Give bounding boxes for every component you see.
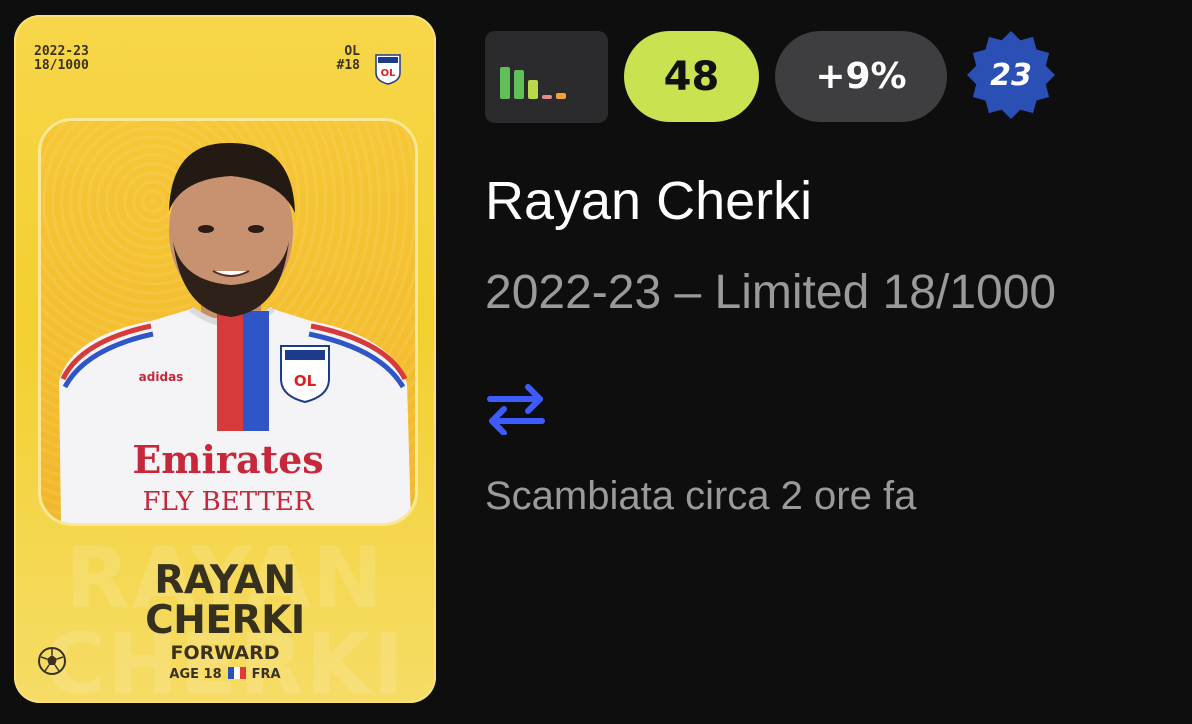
card-club-code: OL bbox=[344, 44, 360, 59]
season-badge-label: 23 bbox=[990, 57, 1032, 93]
france-flag-icon bbox=[227, 667, 246, 679]
form-bar-1 bbox=[500, 67, 510, 99]
average-score-badge[interactable]: 48 bbox=[624, 31, 759, 122]
card-nationality: FRA bbox=[251, 667, 281, 682]
card-season-serial: 2022-23 18/1000 bbox=[34, 45, 89, 73]
card-last-name: CHERKI bbox=[145, 598, 305, 643]
card-shirt-number: #18 bbox=[336, 58, 360, 73]
form-bar-4 bbox=[542, 95, 552, 99]
card-first-name: RAYAN bbox=[154, 558, 296, 603]
player-name: Rayan Cherki bbox=[485, 171, 813, 231]
season-badge[interactable]: 23 bbox=[966, 28, 1056, 122]
score-change-badge[interactable]: +9% bbox=[775, 31, 947, 122]
jersey-sponsor: Emirates bbox=[132, 437, 323, 482]
form-bar-3 bbox=[528, 80, 538, 99]
jersey-sponsor-slogan: FLY BETTER bbox=[143, 487, 315, 517]
svg-text:OL: OL bbox=[294, 372, 317, 390]
card-serial: 18/1000 bbox=[34, 58, 89, 73]
svg-text:OL: OL bbox=[381, 68, 397, 79]
card-position: FORWARD bbox=[170, 642, 280, 664]
ol-club-badge-icon: OL bbox=[375, 54, 401, 85]
card-player-name: RAYAN CHERKI bbox=[14, 561, 436, 641]
trade-status: Scambiata circa 2 ore fa bbox=[485, 474, 917, 518]
football-icon bbox=[38, 647, 66, 675]
jersey-brand: adidas bbox=[139, 370, 184, 384]
card-age-nationality: AGE 18 FRA bbox=[14, 667, 436, 682]
card-club-number: OL #18 bbox=[320, 45, 360, 73]
card-edition: 2022-23 – Limited 18/1000 bbox=[485, 266, 1057, 319]
card-age: AGE 18 bbox=[169, 667, 222, 682]
player-illustration: OL Emirates FLY BETTER adidas bbox=[59, 142, 411, 523]
recent-form-chart[interactable] bbox=[485, 31, 608, 123]
form-bar-2 bbox=[514, 70, 524, 99]
player-photo: OL Emirates FLY BETTER adidas bbox=[38, 118, 418, 526]
card-season: 2022-23 bbox=[34, 44, 89, 59]
form-bar-5 bbox=[556, 93, 566, 99]
swap-arrows-icon[interactable] bbox=[484, 383, 548, 435]
player-card[interactable]: 2022-23 18/1000 OL #18 OL OL Emirates FL… bbox=[14, 15, 436, 703]
